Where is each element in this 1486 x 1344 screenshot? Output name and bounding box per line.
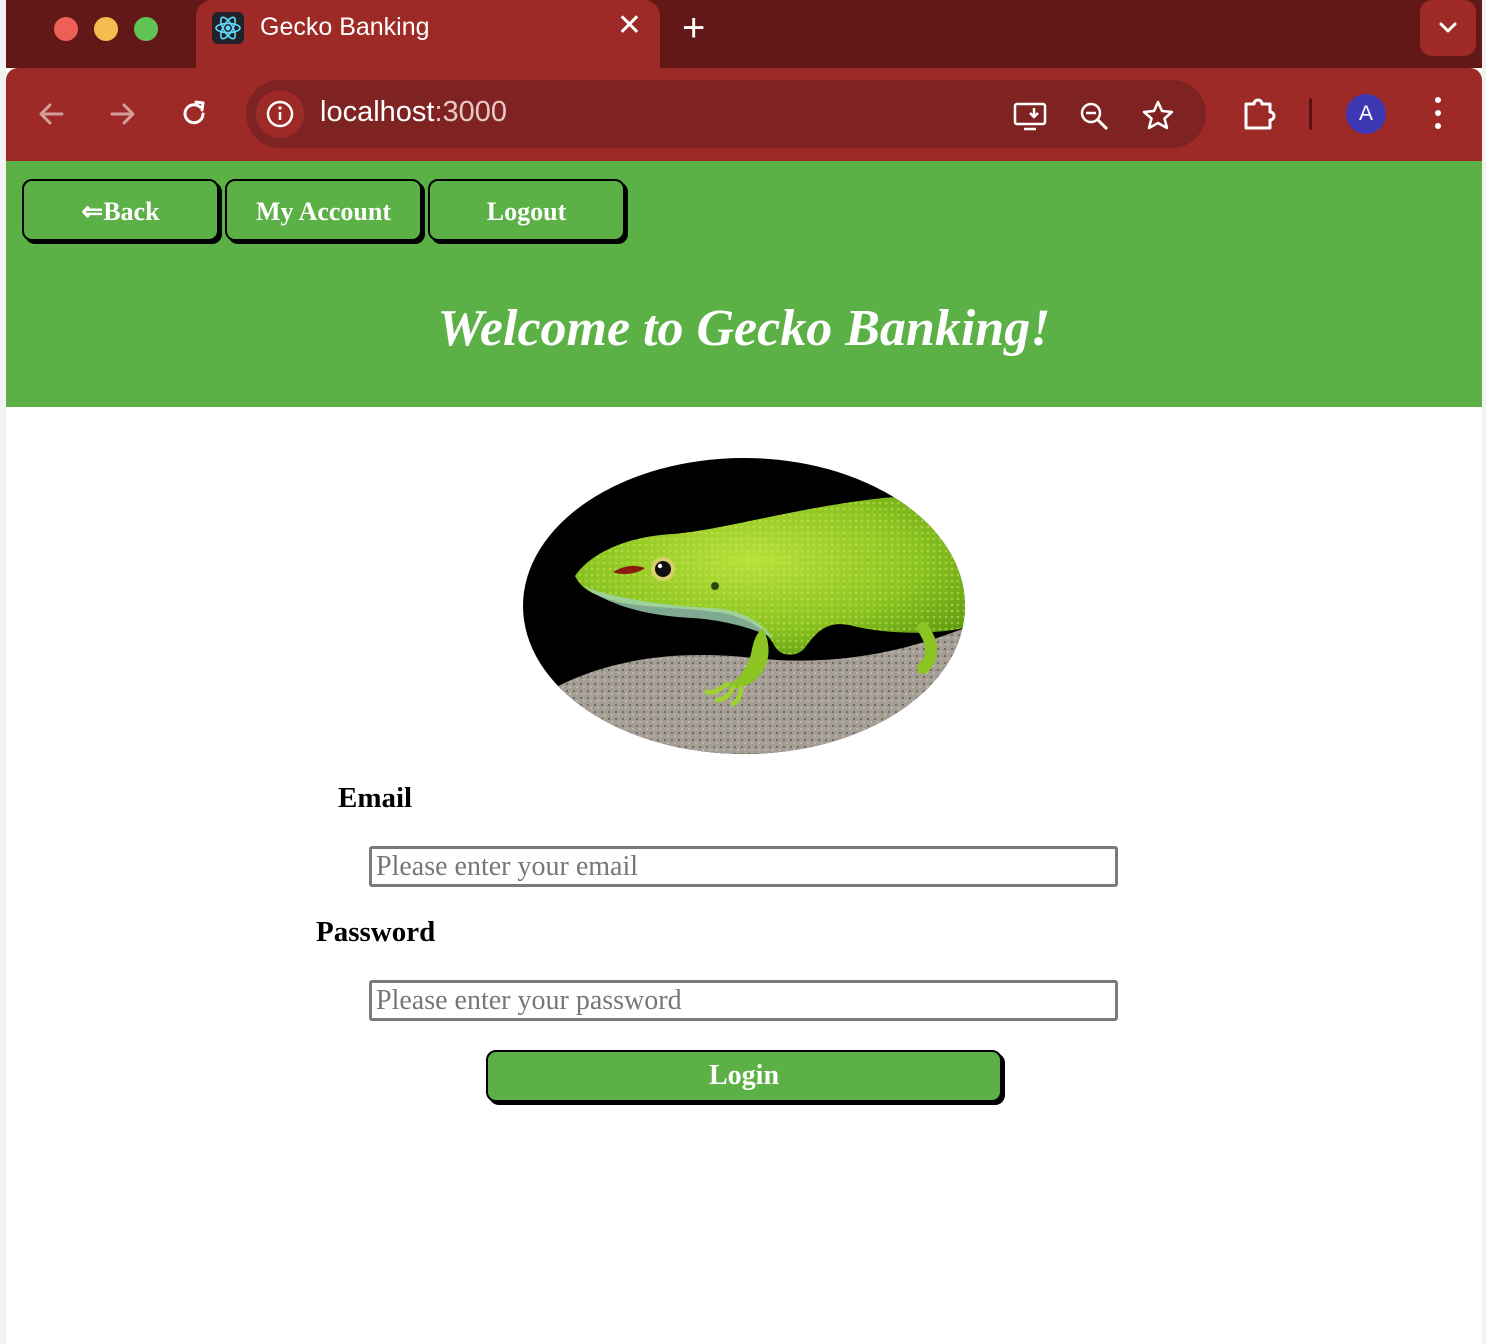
logout-button[interactable]: Logout [428, 179, 625, 241]
maximize-window-button[interactable] [134, 17, 158, 41]
tab-search-button[interactable] [1420, 0, 1476, 56]
gecko-image [523, 458, 965, 754]
site-header: ⇐Back My Account Logout Welcome to Gecko… [6, 161, 1482, 407]
info-icon[interactable] [256, 90, 304, 138]
toolbar-divider [1309, 98, 1312, 130]
browser-toolbar: localhost:3000 A [6, 68, 1482, 161]
back-button[interactable]: ⇐Back [22, 179, 219, 241]
url-host: localhost [320, 96, 435, 128]
reload-icon[interactable] [176, 96, 212, 132]
forward-arrow-icon[interactable] [104, 96, 140, 132]
bookmark-star-icon[interactable] [1140, 98, 1176, 134]
react-icon [212, 12, 244, 44]
install-app-icon[interactable] [1012, 98, 1048, 134]
my-account-button[interactable]: My Account [225, 179, 422, 241]
chevron-down-icon [1439, 22, 1457, 33]
password-field[interactable] [369, 980, 1118, 1021]
zoom-icon[interactable] [1076, 98, 1112, 134]
background-window-edge-right [1482, 0, 1486, 1344]
tab-title: Gecko Banking [260, 13, 430, 41]
password-label: Password [316, 916, 436, 948]
email-label: Email [338, 782, 413, 814]
minimize-window-button[interactable] [94, 17, 118, 41]
browser-tab-bar: Gecko Banking ✕ + [6, 0, 1482, 68]
login-button[interactable]: Login [486, 1050, 1002, 1102]
email-field[interactable] [369, 846, 1118, 887]
browser-tab[interactable]: Gecko Banking ✕ [196, 0, 660, 68]
more-menu-icon[interactable] [1430, 94, 1446, 134]
new-tab-button[interactable]: + [682, 6, 705, 51]
close-window-button[interactable] [54, 17, 78, 41]
address-bar[interactable]: localhost:3000 [246, 80, 1206, 148]
back-arrow-icon[interactable] [34, 96, 70, 132]
url-text: localhost:3000 [320, 96, 507, 129]
close-icon[interactable]: ✕ [617, 8, 642, 43]
extensions-puzzle-icon[interactable] [1240, 94, 1280, 134]
url-port: :3000 [434, 96, 508, 128]
page-title: Welcome to Gecko Banking! [437, 300, 1051, 357]
profile-avatar[interactable]: A [1346, 94, 1386, 134]
